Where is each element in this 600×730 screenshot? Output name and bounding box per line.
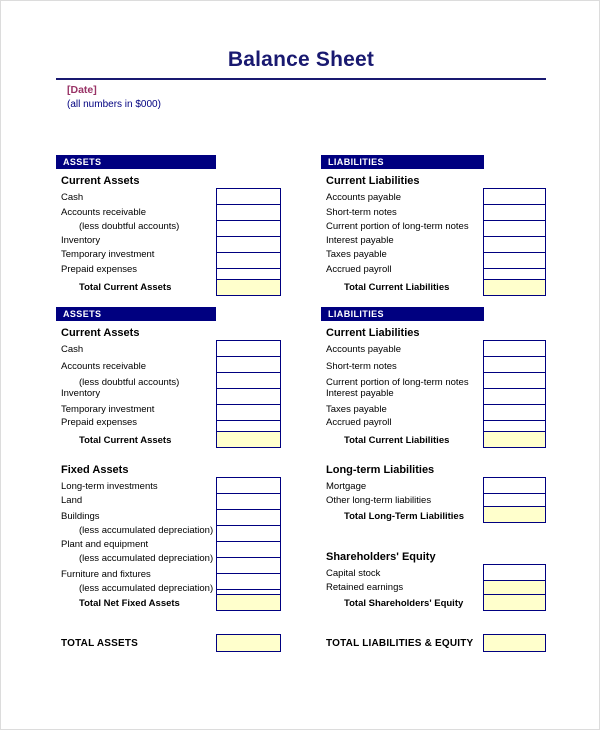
item-label-taxes-payable-2: Taxes payable (326, 404, 387, 415)
field-capital-stock[interactable] (483, 564, 546, 581)
item-label-prepaid-expenses-1: Prepaid expenses (61, 264, 138, 275)
item-label-inventory-2: Inventory (61, 388, 101, 399)
heading-current-liabilities-1: Current Liabilities (326, 175, 420, 187)
heading-current-assets-1: Current Assets (61, 175, 140, 187)
item-label-total-current-assets-1: Total Current Assets (79, 282, 172, 293)
section-bar-liabilities-1: LIABILITIES (321, 155, 484, 169)
field-total-assets[interactable] (216, 634, 281, 652)
item-label-inventory-1: Inventory (61, 235, 101, 246)
item-label-long-term-investments: Long-term investments (61, 481, 158, 492)
item-label-accounts-payable-1: Accounts payable (326, 192, 401, 203)
balance-sheet-page: Balance Sheet [Date] (all numbers in $00… (0, 0, 600, 730)
heading-current-assets-2: Current Assets (61, 327, 140, 339)
item-label-cash-1: Cash (61, 192, 84, 203)
field-short-term-notes-2[interactable] (483, 356, 546, 373)
item-label-total-current-liabilities-2: Total Current Liabilities (344, 435, 450, 446)
item-label-capital-stock: Capital stock (326, 568, 381, 579)
section-bar-liabilities-2: LIABILITIES (321, 307, 484, 321)
item-label-cash-2: Cash (61, 344, 84, 355)
item-label-accounts-payable-2: Accounts payable (326, 344, 401, 355)
field-temporary-investment-2[interactable] (216, 404, 281, 421)
field-total-current-assets-1[interactable] (216, 279, 281, 296)
units-note: (all numbers in $000) (67, 99, 161, 110)
field-inventory-2[interactable] (216, 388, 281, 405)
item-label-retained-earnings: Retained earnings (326, 582, 404, 593)
item-label-buildings: Buildings (61, 511, 100, 522)
section-bar-assets-1: ASSETS (56, 155, 216, 169)
field-total-current-liabilities-2[interactable] (483, 431, 546, 448)
field-land[interactable] (216, 493, 281, 510)
field-temporary-investment-1[interactable] (216, 252, 281, 269)
heading-shareholders-equity: Shareholders' Equity (326, 551, 436, 563)
item-label-land: Land (61, 495, 83, 506)
field-total-current-liabilities-1[interactable] (483, 279, 546, 296)
item-label-short-term-notes-2: Short-term notes (326, 361, 397, 372)
item-label-short-term-notes-1: Short-term notes (326, 207, 397, 218)
item-label-less-accumulated-depreciation-plant: (less accumulated depreciation) (79, 553, 214, 564)
field-taxes-payable-2[interactable] (483, 404, 546, 421)
item-label-accounts-receivable-2: Accounts receivable (61, 361, 147, 372)
field-current-portion-long-term-notes-2[interactable] (483, 372, 546, 389)
item-label-less-accumulated-depreciation-furniture: (less accumulated depreciation) (79, 583, 214, 594)
date-placeholder[interactable]: [Date] (67, 84, 97, 96)
field-total-net-fixed-assets[interactable] (216, 594, 281, 611)
field-less-accumulated-depreciation-plant[interactable] (216, 557, 281, 574)
field-cash-2[interactable] (216, 340, 281, 357)
field-mortgage[interactable] (483, 477, 546, 494)
item-label-interest-payable-1: Interest payable (326, 235, 394, 246)
item-label-temporary-investment-1: Temporary investment (61, 249, 155, 260)
field-accounts-receivable-1[interactable] (216, 204, 281, 221)
field-total-long-term-liabilities[interactable] (483, 506, 546, 523)
title-divider (56, 78, 546, 80)
item-label-less-doubtful-accounts-1: (less doubtful accounts) (79, 221, 180, 232)
field-accounts-payable-2[interactable] (483, 340, 546, 357)
item-label-accrued-payroll-1: Accrued payroll (326, 264, 392, 275)
item-label-interest-payable-2: Interest payable (326, 388, 394, 399)
item-label-less-doubtful-accounts-2: (less doubtful accounts) (79, 377, 180, 388)
section-bar-assets-2: ASSETS (56, 307, 216, 321)
item-label-current-portion-long-term-notes-2: Current portion of long-term notes (326, 377, 469, 388)
field-taxes-payable-1[interactable] (483, 252, 546, 269)
item-label-total-current-assets-2: Total Current Assets (79, 435, 172, 446)
item-label-prepaid-expenses-2: Prepaid expenses (61, 417, 138, 428)
item-label-less-accumulated-depreciation-buildings: (less accumulated depreciation) (79, 525, 214, 536)
field-less-accumulated-depreciation-buildings[interactable] (216, 525, 281, 542)
field-less-doubtful-accounts-1[interactable] (216, 220, 281, 237)
heading-current-liabilities-2: Current Liabilities (326, 327, 420, 339)
field-long-term-investments[interactable] (216, 477, 281, 494)
item-label-total-shareholders-equity: Total Shareholders' Equity (344, 598, 464, 609)
field-plant-and-equipment[interactable] (216, 541, 281, 558)
item-label-mortgage: Mortgage (326, 481, 367, 492)
heading-fixed-assets: Fixed Assets (61, 464, 129, 476)
label-total-assets: TOTAL ASSETS (61, 638, 139, 649)
item-label-total-net-fixed-assets: Total Net Fixed Assets (79, 598, 180, 609)
item-label-accrued-payroll-2: Accrued payroll (326, 417, 392, 428)
field-furniture-and-fixtures[interactable] (216, 573, 281, 590)
field-interest-payable-1[interactable] (483, 236, 546, 253)
field-total-current-assets-2[interactable] (216, 431, 281, 448)
heading-long-term-liabilities: Long-term Liabilities (326, 464, 435, 476)
item-label-total-long-term-liabilities: Total Long-Term Liabilities (344, 511, 464, 522)
field-current-portion-long-term-notes-1[interactable] (483, 220, 546, 237)
item-label-plant-and-equipment: Plant and equipment (61, 539, 149, 550)
page-title: Balance Sheet (227, 48, 375, 71)
field-inventory-1[interactable] (216, 236, 281, 253)
item-label-accounts-receivable-1: Accounts receivable (61, 207, 147, 218)
field-short-term-notes-1[interactable] (483, 204, 546, 221)
item-label-total-current-liabilities-1: Total Current Liabilities (344, 282, 450, 293)
item-label-temporary-investment-2: Temporary investment (61, 404, 155, 415)
field-total-liabilities-equity[interactable] (483, 634, 546, 652)
item-label-current-portion-long-term-notes-1: Current portion of long-term notes (326, 221, 469, 232)
field-less-doubtful-accounts-2[interactable] (216, 372, 281, 389)
field-interest-payable-2[interactable] (483, 388, 546, 405)
field-buildings[interactable] (216, 509, 281, 526)
field-cash-1[interactable] (216, 188, 281, 205)
field-accounts-payable-1[interactable] (483, 188, 546, 205)
item-label-furniture-and-fixtures: Furniture and fixtures (61, 569, 151, 580)
field-accounts-receivable-2[interactable] (216, 356, 281, 373)
label-total-liabilities-equity: TOTAL LIABILITIES & EQUITY (326, 638, 474, 649)
field-total-shareholders-equity[interactable] (483, 594, 546, 611)
item-label-taxes-payable-1: Taxes payable (326, 249, 387, 260)
item-label-other-long-term-liabilities: Other long-term liabilities (326, 495, 432, 506)
